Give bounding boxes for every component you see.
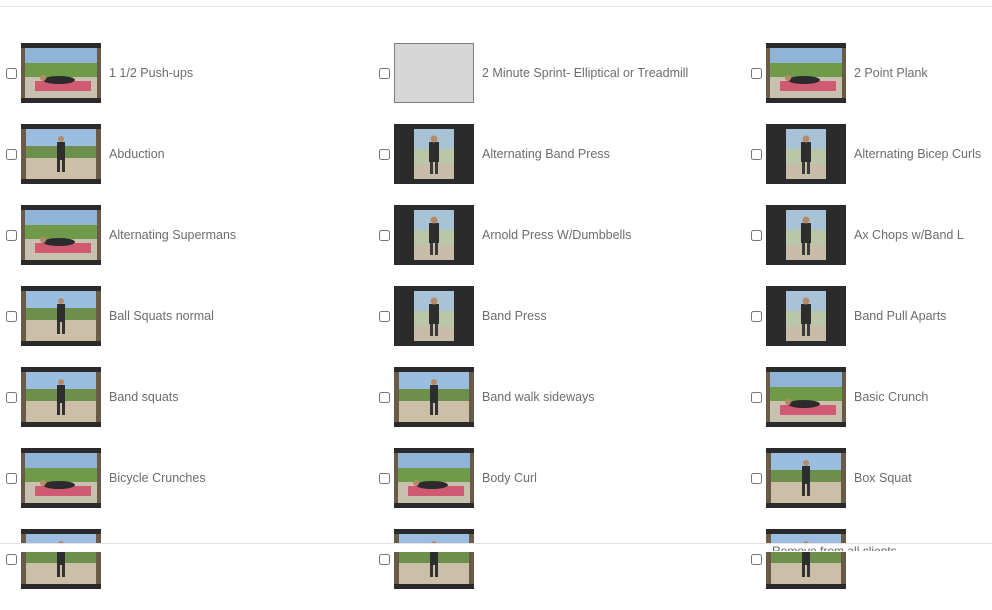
- exercise-thumbnail[interactable]: [21, 43, 101, 103]
- exercise-thumbnail[interactable]: [394, 205, 474, 265]
- exercise-label[interactable]: Basic Crunch: [854, 390, 928, 404]
- exercise-label[interactable]: Ax Chops w/Band L: [854, 228, 964, 242]
- exercise-row: Ball Squats normal Band Press Band Pull Ap…: [0, 286, 992, 367]
- exercise-label[interactable]: Band Press: [482, 309, 547, 323]
- exercise-label[interactable]: Abduction: [109, 147, 165, 161]
- exercise-thumbnail[interactable]: [394, 367, 474, 427]
- exercise-item: [751, 529, 992, 589]
- exercise-item: Arnold Press W/Dumbbells: [379, 205, 679, 265]
- exercise-thumbnail[interactable]: [766, 448, 846, 508]
- exercise-item: 2 Point Plank: [751, 43, 992, 103]
- exercise-thumbnail[interactable]: [394, 529, 474, 589]
- exercise-item: Body Curl: [379, 448, 679, 508]
- exercise-checkbox[interactable]: [379, 310, 390, 322]
- exercise-item: Band Press: [379, 286, 679, 346]
- exercise-thumbnail[interactable]: [394, 448, 474, 508]
- exercise-item: 1 1/2 Push-ups: [6, 43, 306, 103]
- exercise-item: Band Pull Aparts: [751, 286, 992, 346]
- exercise-checkbox[interactable]: [751, 229, 762, 241]
- exercise-label[interactable]: Band walk sideways: [482, 390, 595, 404]
- exercise-checkbox[interactable]: [751, 148, 762, 160]
- exercise-checkbox[interactable]: [379, 229, 390, 241]
- exercise-row: Band squats Band walk sideways Basic Crunc…: [0, 367, 992, 448]
- exercise-item: Band squats: [6, 367, 306, 427]
- exercise-checkbox[interactable]: [6, 553, 17, 565]
- exercise-thumbnail[interactable]: [21, 529, 101, 589]
- exercise-checkbox[interactable]: [379, 391, 390, 403]
- bottom-action-text[interactable]: Remove from all clients: [772, 543, 897, 551]
- exercise-item: [379, 529, 679, 589]
- exercise-row: Abduction Alternating Band Press Alternati…: [0, 124, 992, 205]
- exercise-thumbnail[interactable]: [766, 43, 846, 103]
- exercise-label[interactable]: 2 Point Plank: [854, 66, 928, 80]
- exercise-thumbnail[interactable]: [21, 124, 101, 184]
- exercise-label[interactable]: Band Pull Aparts: [854, 309, 946, 323]
- exercise-item: Band walk sideways: [379, 367, 679, 427]
- exercise-row: [0, 529, 992, 610]
- exercise-item: Abduction: [6, 124, 306, 184]
- exercise-item: Alternating Band Press: [379, 124, 679, 184]
- exercise-label[interactable]: Alternating Band Press: [482, 147, 610, 161]
- exercise-label[interactable]: Ball Squats normal: [109, 309, 214, 323]
- exercise-checkbox[interactable]: [6, 472, 17, 484]
- exercise-thumbnail[interactable]: [766, 124, 846, 184]
- exercise-label[interactable]: Box Squat: [854, 471, 912, 485]
- exercise-grid: 1 1/2 Push-ups 2 Minute Sprint- Elliptica…: [0, 43, 992, 610]
- exercise-checkbox[interactable]: [379, 553, 390, 565]
- exercise-row: 1 1/2 Push-ups 2 Minute Sprint- Elliptica…: [0, 43, 992, 124]
- exercise-checkbox[interactable]: [751, 67, 762, 79]
- exercise-checkbox[interactable]: [751, 310, 762, 322]
- exercise-label[interactable]: Body Curl: [482, 471, 537, 485]
- exercise-item: Box Squat: [751, 448, 992, 508]
- exercise-label[interactable]: 1 1/2 Push-ups: [109, 66, 193, 80]
- exercise-item: Alternating Bicep Curls: [751, 124, 992, 184]
- exercise-thumbnail[interactable]: [21, 367, 101, 427]
- exercise-thumbnail[interactable]: [21, 448, 101, 508]
- exercise-checkbox[interactable]: [6, 229, 17, 241]
- exercise-label[interactable]: Arnold Press W/Dumbbells: [482, 228, 631, 242]
- exercise-thumbnail[interactable]: [766, 529, 846, 589]
- exercise-checkbox[interactable]: [6, 310, 17, 322]
- exercise-label[interactable]: Band squats: [109, 390, 179, 404]
- exercise-checkbox[interactable]: [379, 472, 390, 484]
- exercise-thumbnail[interactable]: [766, 205, 846, 265]
- exercise-thumbnail-placeholder[interactable]: [394, 43, 474, 103]
- exercise-item: [6, 529, 306, 589]
- exercise-checkbox[interactable]: [6, 148, 17, 160]
- exercise-checkbox[interactable]: [379, 148, 390, 160]
- exercise-checkbox[interactable]: [751, 472, 762, 484]
- exercise-checkbox[interactable]: [751, 391, 762, 403]
- exercise-label[interactable]: Bicycle Crunches: [109, 471, 206, 485]
- exercise-row: Alternating Supermans Arnold Press W/Dumb…: [0, 205, 992, 286]
- exercise-item: Basic Crunch: [751, 367, 992, 427]
- exercise-item: Ball Squats normal: [6, 286, 306, 346]
- exercise-thumbnail[interactable]: [394, 286, 474, 346]
- exercise-thumbnail[interactable]: [21, 286, 101, 346]
- exercise-thumbnail[interactable]: [21, 205, 101, 265]
- exercise-thumbnail[interactable]: [766, 286, 846, 346]
- exercise-thumbnail[interactable]: [394, 124, 474, 184]
- exercise-item: Ax Chops w/Band L: [751, 205, 992, 265]
- exercise-label[interactable]: Alternating Supermans: [109, 228, 236, 242]
- exercise-item: Alternating Supermans: [6, 205, 306, 265]
- exercise-label[interactable]: 2 Minute Sprint- Elliptical or Treadmill: [482, 66, 688, 80]
- exercise-checkbox[interactable]: [379, 67, 390, 79]
- exercise-thumbnail[interactable]: [766, 367, 846, 427]
- exercise-checkbox[interactable]: [751, 553, 762, 565]
- exercise-item: 2 Minute Sprint- Elliptical or Treadmill: [379, 43, 688, 103]
- exercise-label[interactable]: Alternating Bicep Curls: [854, 147, 981, 161]
- exercise-checkbox[interactable]: [6, 67, 17, 79]
- exercise-row: Bicycle Crunches Body Curl Box Squat: [0, 448, 992, 529]
- exercise-item: Bicycle Crunches: [6, 448, 306, 508]
- exercise-checkbox[interactable]: [6, 391, 17, 403]
- top-divider: [0, 6, 992, 7]
